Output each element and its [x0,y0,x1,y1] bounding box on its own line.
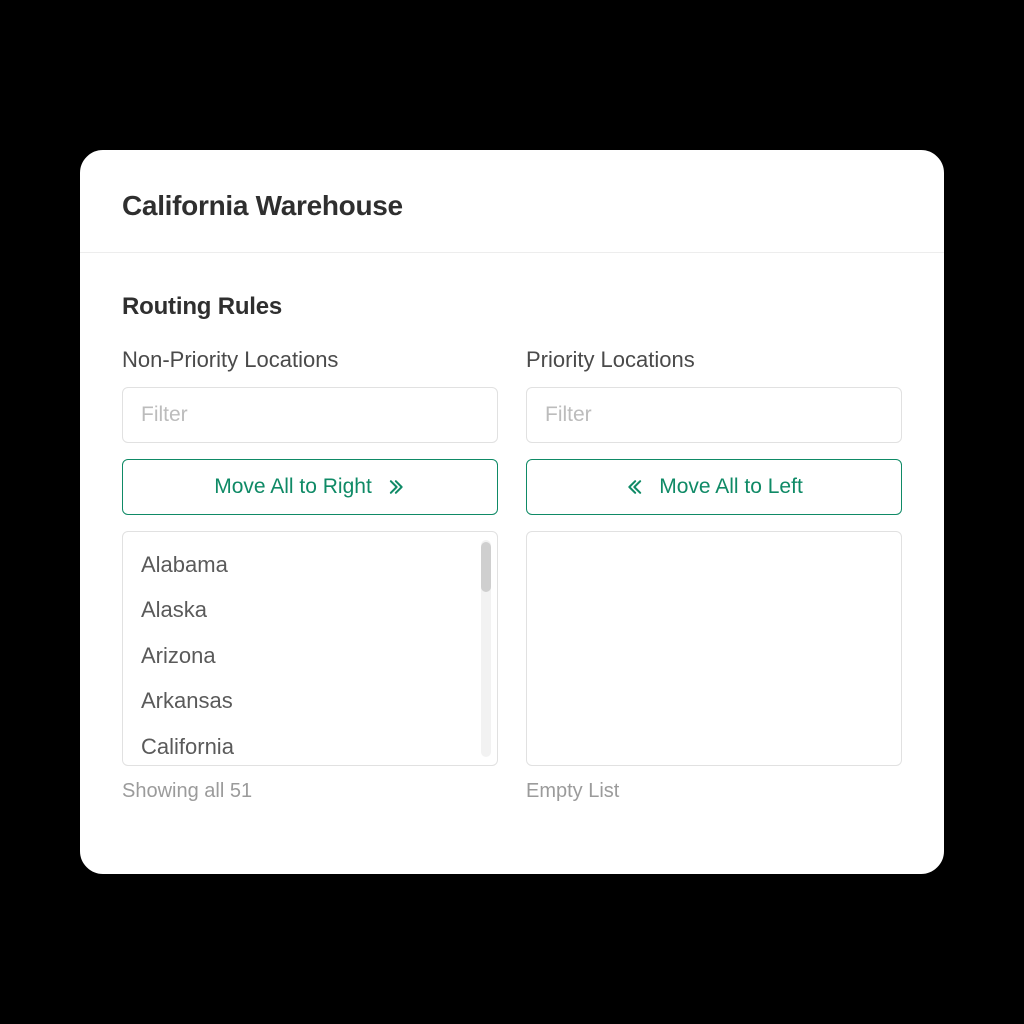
list-item[interactable]: Alaska [141,591,489,628]
move-all-right-button[interactable]: Move All to Right [122,459,498,515]
non-priority-column: Non-Priority Locations Move All to Right… [122,347,498,846]
priority-filter-input[interactable] [526,387,902,443]
chevrons-left-icon [625,477,647,497]
card-body: Routing Rules Non-Priority Locations Mov… [80,253,944,874]
priority-title: Priority Locations [526,347,902,373]
list-item[interactable]: Alabama [141,546,489,583]
priority-listbox[interactable] [526,531,902,766]
move-all-left-button[interactable]: Move All to Left [526,459,902,515]
section-title: Routing Rules [122,293,902,321]
list-item[interactable]: California [141,728,489,765]
non-priority-filter-input[interactable] [122,387,498,443]
list-item[interactable]: Arizona [141,637,489,674]
chevrons-right-icon [384,477,406,497]
scrollbar-thumb[interactable] [481,542,491,592]
settings-card: California Warehouse Routing Rules Non-P… [77,147,947,877]
move-all-right-label: Move All to Right [214,475,372,499]
non-priority-listbox[interactable]: Alabama Alaska Arizona Arkansas Californ… [122,531,498,766]
dual-list-transfer: Non-Priority Locations Move All to Right… [122,347,902,846]
page-title: California Warehouse [122,190,902,222]
priority-column: Priority Locations Move All to Left Empt… [526,347,902,846]
card-header: California Warehouse [80,150,944,253]
move-all-left-label: Move All to Left [659,475,803,499]
non-priority-status: Showing all 51 [122,780,498,803]
priority-status: Empty List [526,780,902,803]
non-priority-title: Non-Priority Locations [122,347,498,373]
list-item[interactable]: Arkansas [141,682,489,719]
